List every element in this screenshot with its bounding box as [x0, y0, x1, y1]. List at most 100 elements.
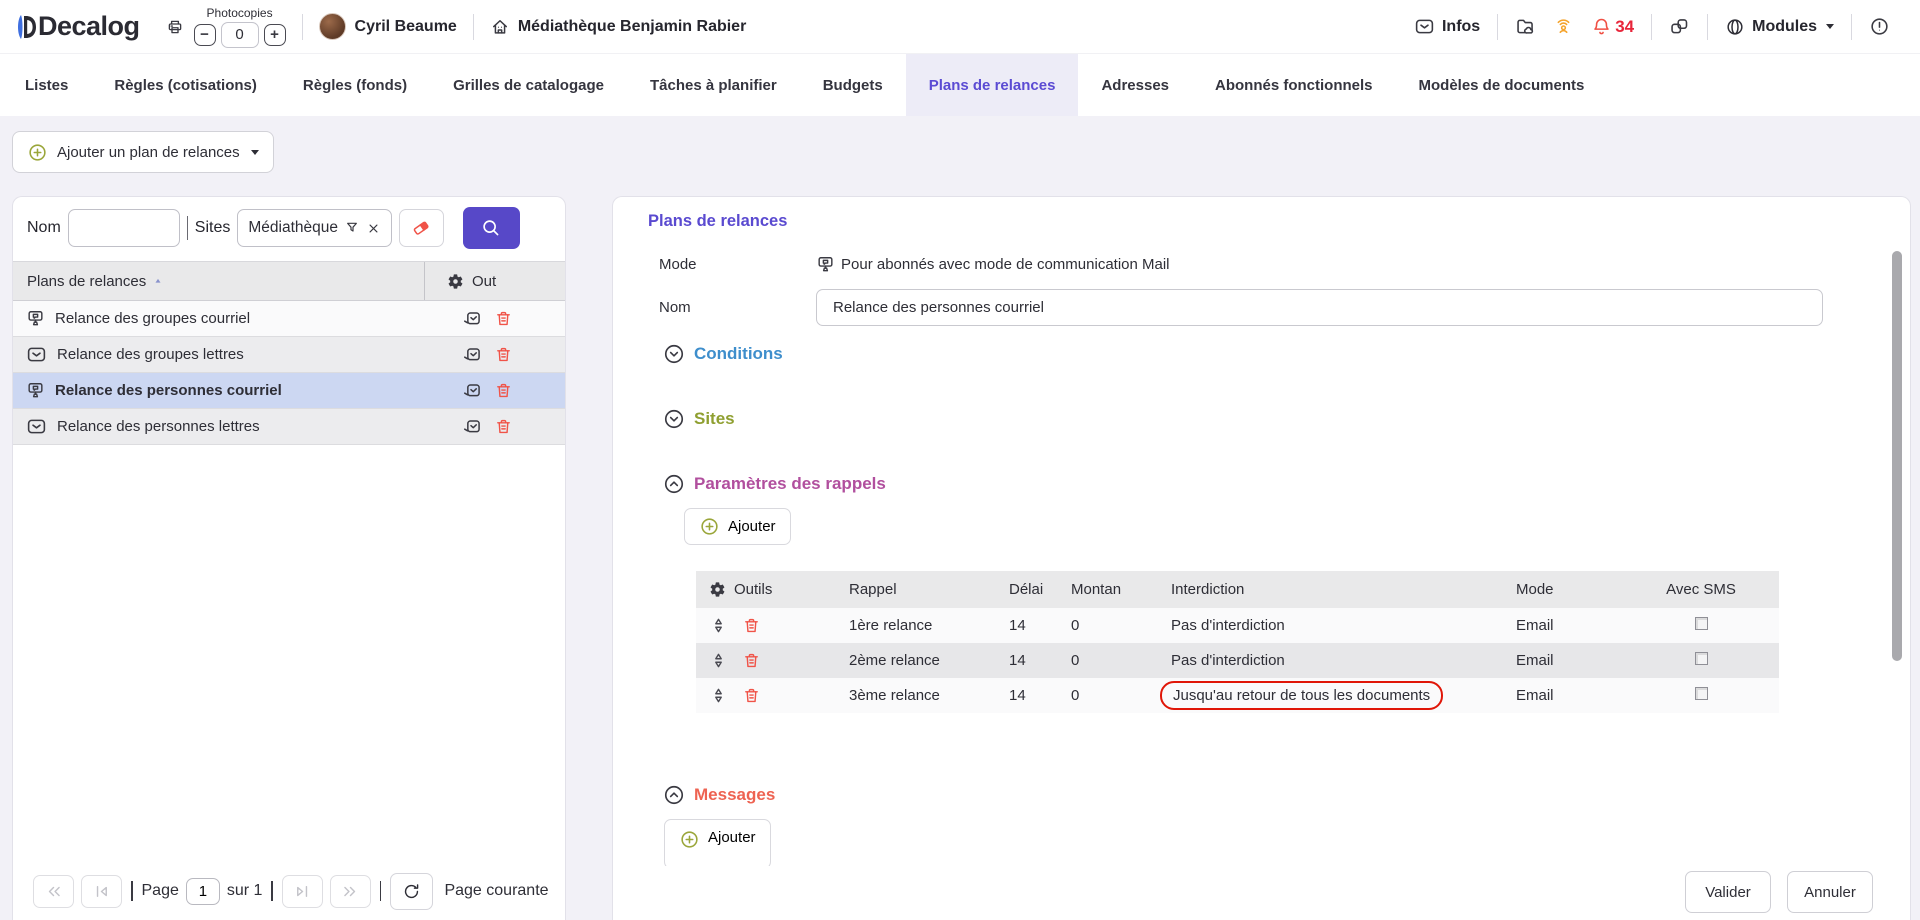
- plan-detail-panel: Plans de relances Mode Pour abonnés avec…: [612, 196, 1911, 920]
- trash-icon[interactable]: [494, 345, 513, 364]
- chevron-circle-up-icon: [663, 473, 685, 495]
- plan-label: Relance des personnes courriel: [55, 382, 452, 399]
- tab-plans-de-relances[interactable]: Plans de relances: [906, 54, 1079, 116]
- rappel-name: 1ère relance: [836, 608, 996, 643]
- tab-r-gles-cotisations-[interactable]: Règles (cotisations): [91, 54, 280, 116]
- plan-list-item[interactable]: Relance des personnes courriel: [13, 373, 565, 409]
- tab-r-gles-fonds-[interactable]: Règles (fonds): [280, 54, 430, 116]
- send-message-icon[interactable]: [462, 345, 482, 365]
- rappels-table-head: OutilsRappelDélaiMontantInterdictionMode…: [696, 571, 1779, 608]
- notifications-count: 34: [1615, 17, 1634, 37]
- site-selector[interactable]: Médiathèque Benjamin Rabier: [490, 17, 747, 37]
- infos-button[interactable]: Infos: [1414, 16, 1480, 37]
- decalog-logo[interactable]: Decalog: [14, 11, 140, 42]
- rappel-delai: 14: [996, 678, 1058, 713]
- page-input[interactable]: [186, 878, 220, 905]
- photocopies-minus-button[interactable]: −: [194, 24, 216, 46]
- modules-menu[interactable]: Modules: [1725, 17, 1834, 37]
- reorder-icon[interactable]: [709, 651, 728, 670]
- current-page-label: Page courante: [444, 882, 548, 900]
- trash-icon[interactable]: [742, 616, 761, 635]
- trash-icon[interactable]: [742, 686, 761, 705]
- link-icon[interactable]: [1669, 16, 1690, 37]
- rappel-montant: 0: [1058, 608, 1158, 643]
- trash-icon[interactable]: [494, 417, 513, 436]
- last-page-button[interactable]: [330, 875, 371, 908]
- plans-sort-header[interactable]: Plans de relances: [13, 273, 424, 290]
- tab-t-ches-planifier[interactable]: Tâches à planifier: [627, 54, 800, 116]
- reorder-icon[interactable]: [709, 616, 728, 635]
- folder-cloud-icon[interactable]: [1515, 16, 1536, 37]
- topbar-separator: [302, 14, 303, 40]
- mode-value: Pour abonnés avec mode de communication …: [816, 255, 1170, 274]
- send-message-icon[interactable]: [462, 309, 482, 329]
- avec-sms-checkbox[interactable]: [1695, 687, 1708, 700]
- section-rappels[interactable]: Paramètres des rappels: [663, 473, 886, 495]
- rappel-row: 1ère relance140Pas d'interdictionEmail: [696, 608, 1779, 643]
- add-plan-button[interactable]: Ajouter un plan de relances: [12, 131, 274, 173]
- tab-grilles-de-catalogage[interactable]: Grilles de catalogage: [430, 54, 627, 116]
- refresh-button[interactable]: [390, 873, 433, 910]
- rappels-table: OutilsRappelDélaiMontantInterdictionMode…: [696, 571, 1779, 713]
- send-message-icon[interactable]: [462, 381, 482, 401]
- reorder-icon[interactable]: [709, 686, 728, 705]
- tab-budgets[interactable]: Budgets: [800, 54, 906, 116]
- plans-list-panel: Nom Sites Médiathèque Plans de relances: [12, 196, 566, 920]
- rappel-interdiction: Pas d'interdiction: [1158, 643, 1503, 678]
- tab-listes[interactable]: Listes: [2, 54, 91, 116]
- rappel-montant: 0: [1058, 678, 1158, 713]
- photocopies-block: Photocopies − 0 +: [194, 6, 286, 48]
- chevron-down-icon: [251, 150, 259, 155]
- valider-button[interactable]: Valider: [1685, 871, 1771, 913]
- bell-icon: [1591, 16, 1612, 37]
- plan-list-item[interactable]: Relance des groupes lettres: [13, 337, 565, 373]
- annuler-button[interactable]: Annuler: [1787, 871, 1873, 913]
- sites-filter-chip[interactable]: Médiathèque: [237, 209, 392, 247]
- envelope-icon: [26, 344, 47, 365]
- rappel-interdiction: Jusqu'au retour de tous les documents: [1158, 678, 1503, 713]
- detail-footer: Valider Annuler: [1685, 871, 1873, 913]
- section-label: Messages: [694, 785, 775, 805]
- gear-icon: [447, 273, 464, 290]
- first-page-button[interactable]: [81, 875, 122, 908]
- photocopies-value[interactable]: 0: [221, 22, 259, 48]
- clear-filters-button[interactable]: [399, 209, 444, 247]
- avec-sms-checkbox[interactable]: [1695, 617, 1708, 630]
- vertical-scrollbar-thumb[interactable]: [1892, 251, 1902, 661]
- user-menu[interactable]: Cyril Beaume: [319, 13, 457, 40]
- x-icon[interactable]: [366, 221, 381, 236]
- tab-mod-les-de-documents[interactable]: Modèles de documents: [1396, 54, 1608, 116]
- envelope-icon: [26, 416, 47, 437]
- page-label: Page: [142, 882, 179, 900]
- alert-circle-icon[interactable]: [1869, 16, 1890, 37]
- section-conditions[interactable]: Conditions: [663, 343, 783, 365]
- add-rappel-button[interactable]: Ajouter: [684, 508, 791, 545]
- photocopies-stepper: − 0 +: [194, 22, 286, 48]
- next-page-button[interactable]: [282, 875, 323, 908]
- trash-icon[interactable]: [742, 651, 761, 670]
- add-message-button[interactable]: Ajouter: [664, 819, 771, 866]
- notifications-button[interactable]: 34: [1591, 16, 1634, 37]
- broadcast-icon[interactable]: [1553, 16, 1574, 37]
- plus-circle-icon: [27, 142, 48, 163]
- nom-filter-input[interactable]: [68, 209, 180, 247]
- section-label: Conditions: [694, 344, 783, 364]
- trash-icon[interactable]: [494, 381, 513, 400]
- plan-name-input[interactable]: [816, 289, 1823, 326]
- page-of-label: sur 1: [227, 882, 263, 900]
- tab-adresses[interactable]: Adresses: [1078, 54, 1192, 116]
- plan-label: Relance des groupes courriel: [55, 310, 452, 327]
- search-button[interactable]: [463, 207, 520, 249]
- rewind-button[interactable]: [33, 875, 74, 908]
- first-page-icon: [92, 882, 111, 901]
- detail-title: Plans de relances: [648, 212, 787, 231]
- section-messages[interactable]: Messages: [663, 784, 775, 806]
- plan-list-item[interactable]: Relance des groupes courriel: [13, 301, 565, 337]
- tab-abonn-s-fonctionnels[interactable]: Abonnés fonctionnels: [1192, 54, 1396, 116]
- trash-icon[interactable]: [494, 309, 513, 328]
- photocopies-plus-button[interactable]: +: [264, 24, 286, 46]
- plan-list-item[interactable]: Relance des personnes lettres: [13, 409, 565, 445]
- avec-sms-checkbox[interactable]: [1695, 652, 1708, 665]
- send-message-icon[interactable]: [462, 417, 482, 437]
- section-sites[interactable]: Sites: [663, 408, 735, 430]
